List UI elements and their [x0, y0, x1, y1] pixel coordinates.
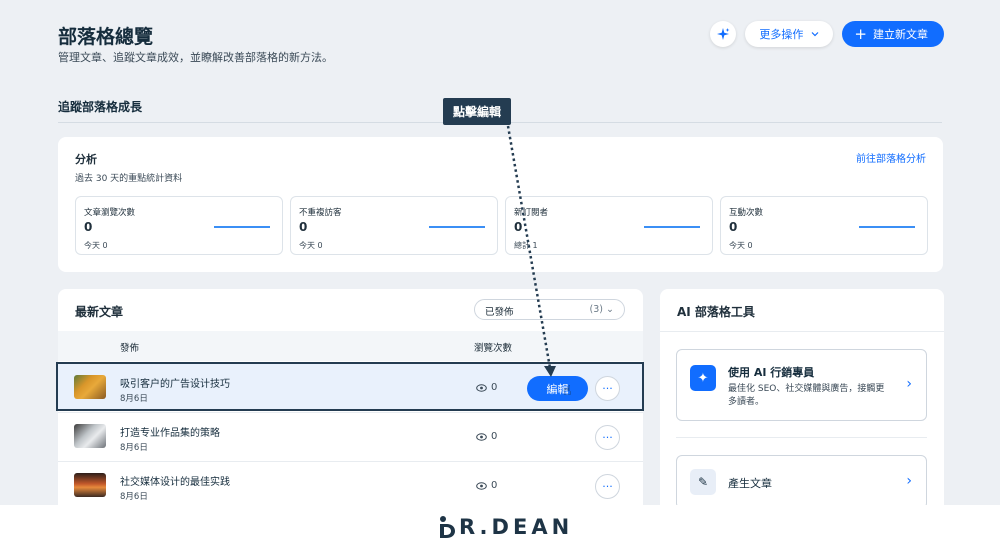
footer: R.DEAN [0, 505, 1000, 550]
logo-text: R.DEAN [459, 515, 574, 539]
click-edit-tooltip: 點擊編輯 [443, 98, 512, 125]
annotation-arrow [506, 125, 556, 377]
logo-mark-icon [440, 516, 455, 538]
dr-dean-logo: R.DEAN [438, 515, 573, 539]
blog-overview-app: 部落格總覽 管理文章、追蹤文章成效，並瞭解改善部落格的新方法。 更多操作 + 建… [0, 0, 1000, 505]
